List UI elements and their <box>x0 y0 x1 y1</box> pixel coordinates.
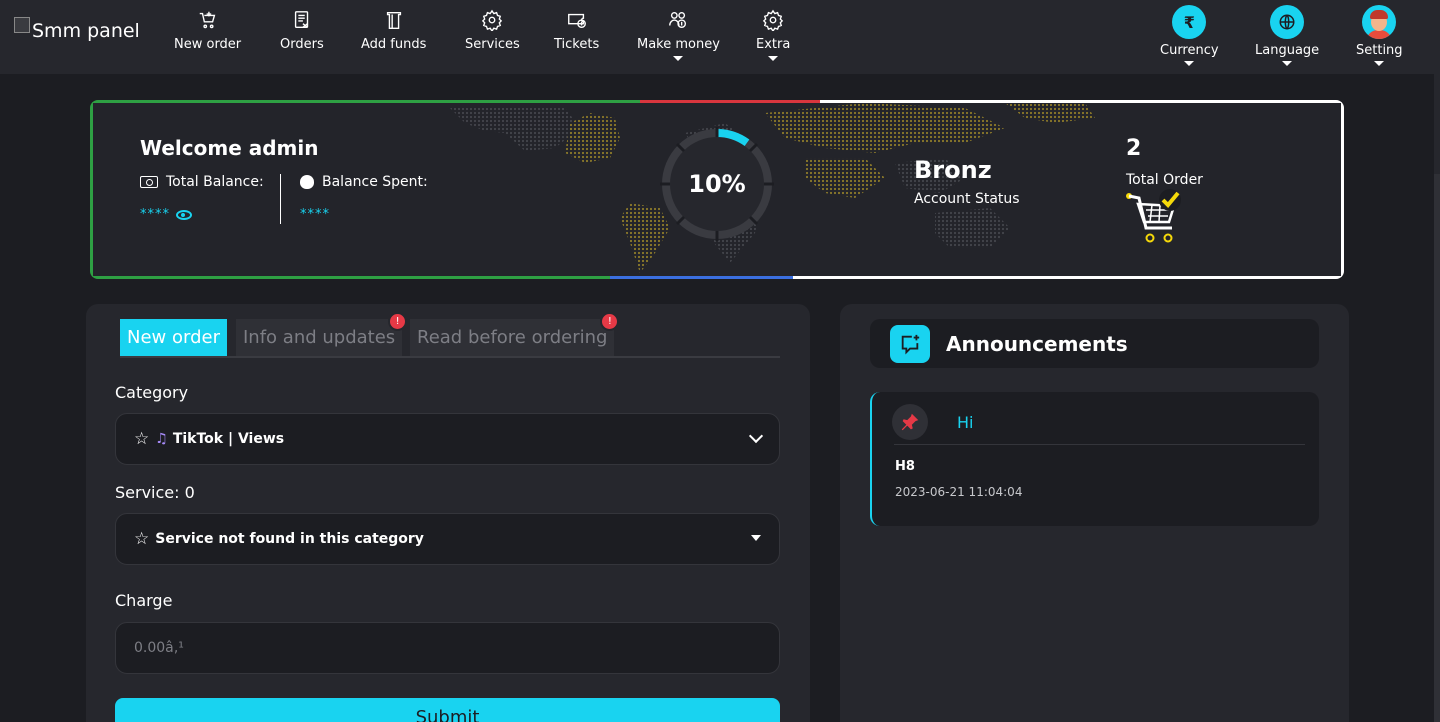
charge-input[interactable] <box>115 622 780 674</box>
nav-make-money[interactable]: Make money <box>637 9 720 61</box>
total-order-count: 2 <box>1126 136 1142 161</box>
new-order-panel: New order Info and updates ! Read before… <box>86 304 810 722</box>
chevron-down-icon <box>768 56 779 61</box>
divider <box>280 174 281 224</box>
announcement-item: Hi H8 2023-06-21 11:04:04 <box>870 392 1319 526</box>
total-balance-value: **** <box>140 207 170 222</box>
setting-menu[interactable]: Setting <box>1356 5 1403 66</box>
nav-extra[interactable]: Extra <box>756 9 790 61</box>
pin-icon <box>892 404 928 440</box>
submit-label: Submit <box>415 707 480 722</box>
tab-read-before-ordering[interactable]: Read before ordering ! <box>410 312 620 356</box>
star-icon: ☆ <box>134 529 150 549</box>
order-tabs: New order Info and updates ! Read before… <box>120 312 780 358</box>
nav-orders[interactable]: Orders <box>280 9 324 52</box>
total-balance-value-row: **** <box>140 207 192 222</box>
nav-tickets-label: Tickets <box>554 37 600 52</box>
tab-new-order-label: New order <box>127 327 220 348</box>
announcement-date: 2023-06-21 11:04:04 <box>895 485 1023 499</box>
avatar <box>1362 5 1397 39</box>
logo-alt-text: Smm panel <box>32 20 140 42</box>
top-navbar: Smm panel New order Orders Add funds Ser… <box>0 0 1440 74</box>
service-label: Service: 0 <box>115 483 195 502</box>
currency-label: Currency <box>1160 43 1219 58</box>
charge-label: Charge <box>115 591 173 610</box>
nav-new-order[interactable]: New order <box>174 9 241 52</box>
balance-spent-label: Balance Spent: <box>322 174 428 190</box>
nav-services-label: Services <box>465 37 520 52</box>
language-label: Language <box>1255 43 1320 58</box>
rupee-icon: ₹ <box>1172 5 1207 39</box>
account-status-label: Account Status <box>914 191 1020 207</box>
welcome-card: Welcome admin Total Balance: **** Balanc… <box>90 100 1344 279</box>
logo[interactable]: Smm panel <box>14 17 140 42</box>
nav-extra-label: Extra <box>756 37 791 52</box>
ticket-icon <box>567 13 586 29</box>
language-menu[interactable]: Language <box>1255 5 1319 66</box>
category-label: Category <box>115 383 189 402</box>
category-value: TikTok | Views <box>172 431 285 447</box>
chevron-down-icon <box>1184 61 1195 66</box>
balance-spent: Balance Spent: <box>300 174 428 190</box>
chevron-down-icon <box>1374 61 1385 66</box>
setting-label: Setting <box>1356 43 1403 58</box>
scrollbar-thumb[interactable] <box>1434 174 1440 722</box>
nav-services[interactable]: Services <box>465 9 520 52</box>
nav-new-order-label: New order <box>174 37 242 52</box>
cart-add-icon <box>199 11 215 29</box>
music-note-icon: ♫ <box>155 431 168 447</box>
money-icon <box>140 176 158 188</box>
nav-make-money-label: Make money <box>637 37 720 52</box>
receipt-icon <box>294 11 309 29</box>
caret-down-icon <box>751 535 761 541</box>
cart-check-icon <box>1126 189 1181 243</box>
wallet-icon <box>386 11 401 29</box>
notification-badge: ! <box>600 312 620 331</box>
chevron-down-icon <box>1282 61 1293 66</box>
category-select[interactable]: ☆ ♫ TikTok | Views <box>115 413 780 465</box>
gear-icon <box>482 9 503 31</box>
currency-menu[interactable]: ₹ Currency <box>1160 5 1219 66</box>
broken-image-icon <box>14 17 30 33</box>
total-balance-label: Total Balance: <box>166 174 264 190</box>
chat-add-icon <box>890 324 930 363</box>
progress-percent: 10% <box>688 170 746 198</box>
nav-tickets[interactable]: Tickets <box>554 9 599 52</box>
announcements-panel: Announcements Hi H8 2023-06-21 11:04:04 <box>840 304 1349 722</box>
globe-icon <box>1270 5 1305 39</box>
service-select[interactable]: ☆ Service not found in this category <box>115 513 780 565</box>
service-value: Service not found in this category <box>155 531 424 547</box>
tab-new-order[interactable]: New order <box>120 319 227 356</box>
scrollbar[interactable] <box>1434 74 1440 722</box>
tab-read-label: Read before ordering <box>417 327 608 348</box>
announcement-body: H8 <box>895 459 915 474</box>
submit-button[interactable]: Submit <box>115 698 780 722</box>
nav-add-funds[interactable]: Add funds <box>361 9 426 52</box>
eye-icon[interactable] <box>176 209 192 220</box>
star-icon: ☆ <box>134 429 150 449</box>
nav-orders-label: Orders <box>280 37 324 52</box>
gear-icon <box>763 9 784 31</box>
divider <box>894 444 1305 445</box>
total-balance: Total Balance: <box>140 174 264 190</box>
total-order-label: Total Order <box>1126 172 1203 188</box>
tab-info-label: Info and updates <box>243 327 396 348</box>
tab-info-and-updates[interactable]: Info and updates ! <box>236 312 408 356</box>
announcement-author: Hi <box>957 413 974 432</box>
account-status-name: Bronz <box>914 156 992 184</box>
announcements-title: Announcements <box>946 331 1128 356</box>
chevron-down-icon <box>673 56 684 61</box>
affiliates-icon <box>669 11 687 29</box>
balance-spent-value-row: **** <box>300 207 330 222</box>
nav-add-funds-label: Add funds <box>361 37 427 52</box>
money-bag-icon <box>300 175 314 189</box>
balance-spent-value: **** <box>300 207 330 222</box>
announcements-header: Announcements <box>870 319 1319 368</box>
chevron-down-icon <box>748 428 764 444</box>
welcome-title: Welcome admin <box>140 136 319 160</box>
notification-badge: ! <box>388 312 408 331</box>
currency-symbol: ₹ <box>1183 12 1195 32</box>
